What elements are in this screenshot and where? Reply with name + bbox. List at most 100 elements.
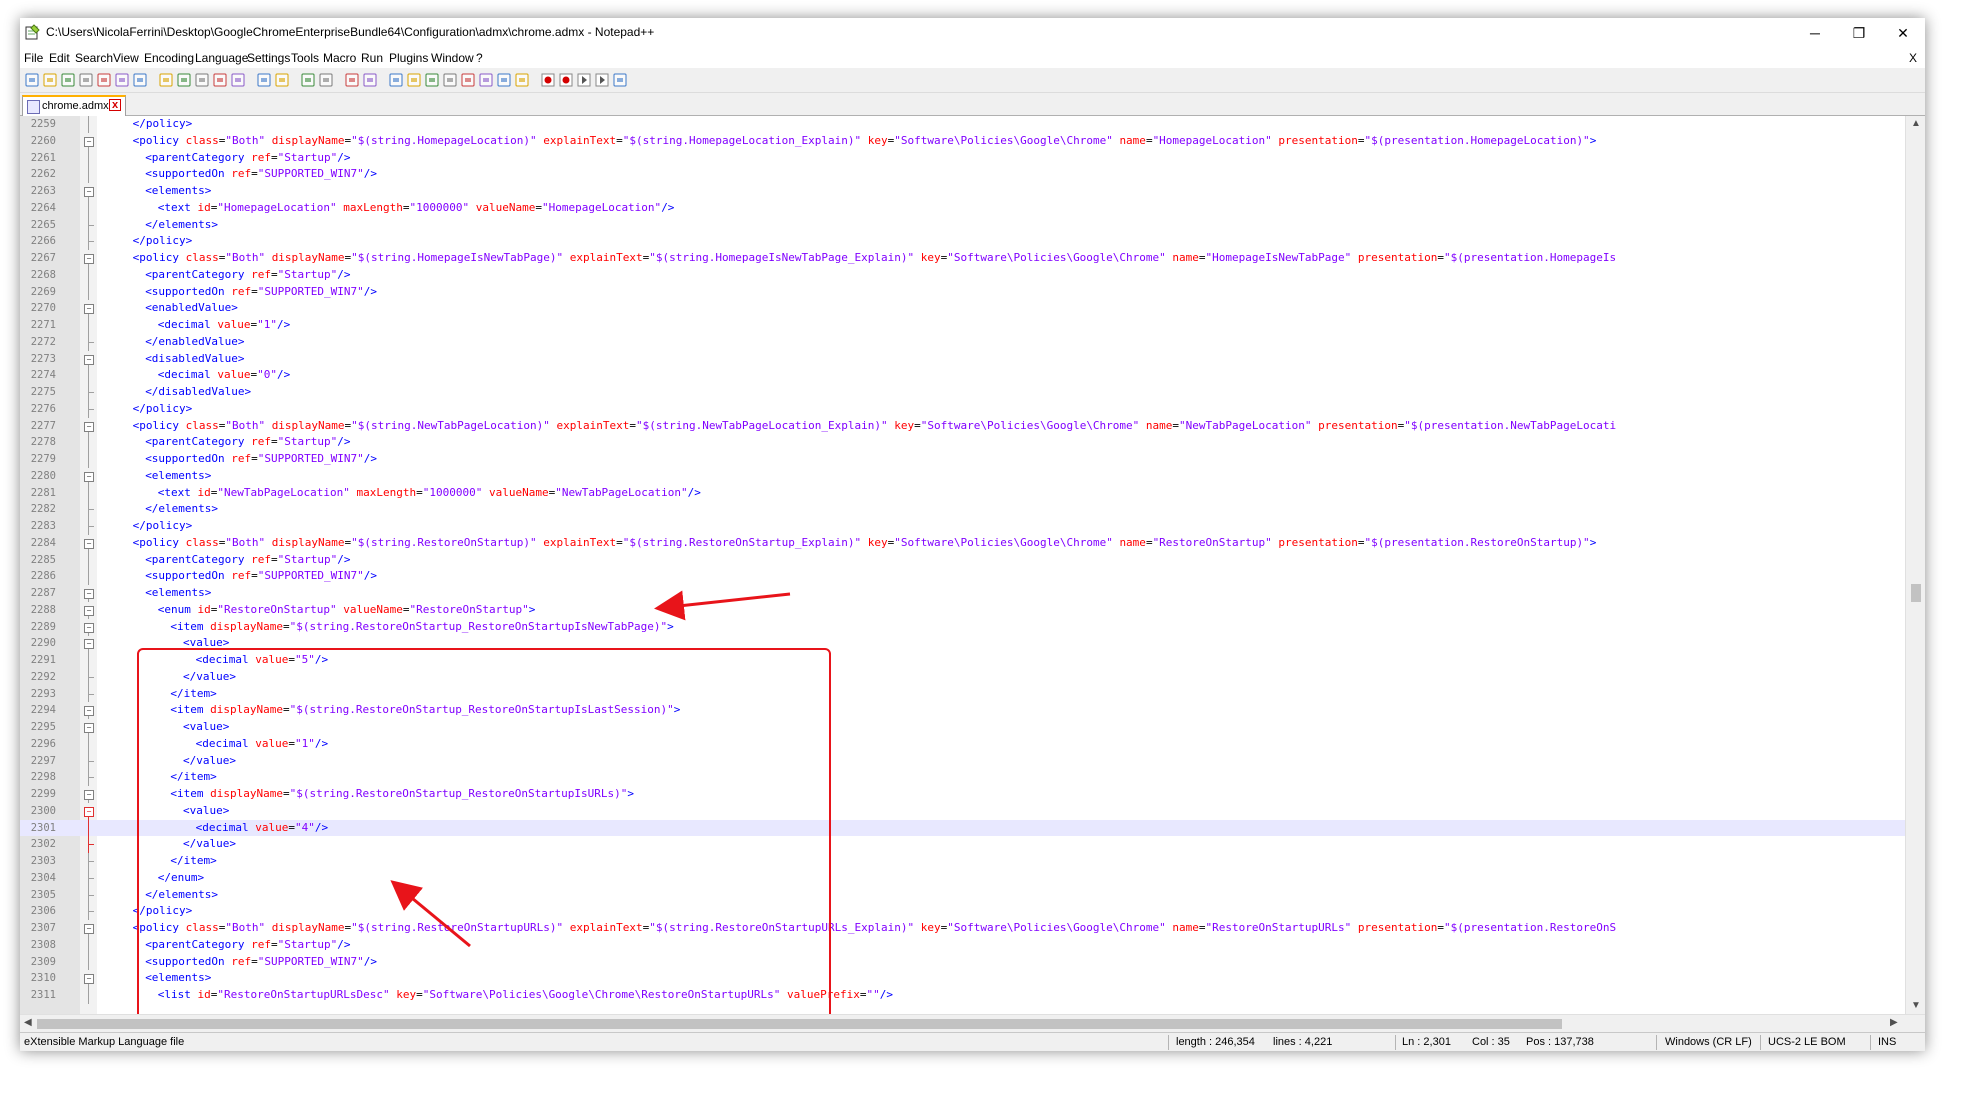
code-line[interactable]: 2263 − <elements> [20, 183, 1905, 200]
word-wrap-icon[interactable] [388, 72, 404, 88]
code-line[interactable]: 2282 </elements> [20, 501, 1905, 518]
save-all-icon[interactable] [78, 72, 94, 88]
fold-collapse-icon[interactable]: − [84, 421, 94, 432]
code-line[interactable]: 2267− <policy class="Both" displayName="$… [20, 250, 1905, 267]
code-line[interactable]: 2309 <supportedOn ref="SUPPORTED_WIN7"/> [20, 953, 1905, 971]
sync-vertical-icon[interactable] [344, 72, 360, 88]
code-line[interactable]: 2269 <supportedOn ref="SUPPORTED_WIN7"/> [20, 283, 1905, 301]
scroll-down-icon[interactable]: ▼ [1911, 1000, 1921, 1011]
code-line[interactable]: 2293 </item> [20, 685, 1905, 703]
code-line[interactable]: 2307− <policy class="Both" displayName="$… [20, 920, 1905, 937]
folder-workspace-icon[interactable] [496, 72, 512, 88]
scroll-left-icon[interactable]: ◀ [24, 1017, 32, 1028]
fold-collapse-icon[interactable]: − [84, 354, 94, 365]
close-icon[interactable] [96, 72, 112, 88]
code-line[interactable]: 2289 − <item displayName="$(string.Restore… [20, 619, 1905, 636]
code-line[interactable]: 2300 − <value> [20, 803, 1905, 820]
code-line[interactable]: 2261 <parentCategory ref="Startup"/> [20, 149, 1905, 167]
code-line[interactable]: 2292 </value> [20, 668, 1905, 686]
fold-collapse-icon[interactable]: − [84, 471, 94, 482]
menu-file[interactable]: File [24, 51, 43, 65]
fold-collapse-icon[interactable]: − [84, 538, 94, 549]
code-line[interactable]: 2283 </policy> [20, 518, 1905, 535]
code-line[interactable]: 2306 </policy> [20, 903, 1905, 920]
fold-collapse-icon[interactable]: − [84, 924, 94, 934]
zoom-out-icon[interactable] [318, 72, 334, 88]
code-line[interactable]: 2294 − <item displayName="$(string.Restore… [20, 702, 1905, 720]
indent-guide-icon[interactable] [424, 72, 440, 88]
menu-search[interactable]: Search [75, 51, 113, 65]
menu-encoding[interactable]: Encoding [144, 51, 194, 65]
code-line[interactable]: 2308 <parentCategory ref="Startup"/> [20, 936, 1905, 954]
vertical-scroll-thumb[interactable] [1911, 584, 1921, 602]
zoom-in-icon[interactable] [300, 72, 316, 88]
code-line[interactable]: 2268 <parentCategory ref="Startup"/> [20, 266, 1905, 284]
menu-help[interactable]: ? [476, 51, 483, 65]
code-line[interactable]: 2281 <text id = "NewTabPageLocation" maxLen… [20, 484, 1905, 502]
save-macro-icon[interactable] [612, 72, 628, 88]
show-all-chars-icon[interactable] [406, 72, 422, 88]
fold-collapse-icon[interactable]: − [84, 706, 94, 717]
code-line[interactable]: 2296 <decimal value="1"/> [20, 735, 1905, 753]
fold-collapse-icon[interactable]: − [84, 589, 94, 599]
udl-icon[interactable] [442, 72, 458, 88]
undo-icon[interactable] [212, 72, 228, 88]
horizontal-scroll-thumb[interactable] [37, 1019, 1562, 1029]
play-macro-icon[interactable] [576, 72, 592, 88]
close-window-button[interactable]: ✕ [1881, 20, 1925, 46]
menu-settings[interactable]: Settings [247, 51, 290, 65]
fold-collapse-icon[interactable]: − [84, 806, 94, 817]
code-line[interactable]: 2272 </enabledValue> [20, 333, 1905, 351]
code-line[interactable]: 2262 <supportedOn ref="SUPPORTED_WIN7"/> [20, 166, 1905, 183]
fold-collapse-icon[interactable]: − [84, 790, 94, 800]
code-line[interactable]: 2276 </policy> [20, 400, 1905, 418]
code-line[interactable]: 2310 − <elements> [20, 970, 1905, 988]
menu-view[interactable]: View [113, 51, 139, 65]
code-line[interactable]: 2275 </disabledValue> [20, 384, 1905, 401]
code-line[interactable]: 2299 − <item displayName="$(string.Restore… [20, 786, 1905, 803]
code-line[interactable]: 2303 </item> [20, 853, 1905, 870]
code-editor[interactable]: 2259 </policy> 2260 − <policy class = "Both" d… [20, 116, 1925, 1014]
close-document-button[interactable]: X [1909, 51, 1917, 65]
minimize-button[interactable]: ─ [1793, 20, 1837, 46]
code-line[interactable]: 2295 − <value> [20, 719, 1905, 736]
fold-collapse-icon[interactable]: − [84, 136, 94, 147]
print-icon[interactable] [132, 72, 148, 88]
fold-collapse-icon[interactable]: − [84, 639, 94, 650]
code-line[interactable]: 2274 <decimal value="0"/> [20, 367, 1905, 384]
code-line[interactable]: 2279 <supportedOn ref="SUPPORTED_WIN7"/> [20, 451, 1905, 468]
fold-collapse-icon[interactable]: − [84, 304, 94, 315]
scroll-up-icon[interactable]: ▲ [1911, 118, 1921, 129]
code-line[interactable]: 2266 </policy> [20, 233, 1905, 250]
code-line[interactable]: 2290 − <value> [20, 635, 1905, 653]
code-line[interactable]: 2302 </value> [20, 836, 1905, 853]
sync-horizontal-icon[interactable] [362, 72, 378, 88]
save-icon[interactable] [60, 72, 76, 88]
menu-run[interactable]: Run [361, 51, 383, 65]
horizontal-scrollbar[interactable]: ◀ ▶ [20, 1014, 1925, 1033]
code-line[interactable]: 2291 <decimal value="5"/> [20, 652, 1905, 669]
monitoring-icon[interactable] [514, 72, 530, 88]
code-line[interactable]: 2284− <policy class="Both" displayName="$… [20, 535, 1905, 552]
code-line[interactable]: 2305 </elements> [20, 886, 1905, 904]
code-line[interactable]: 2288− <enum id="RestoreOnStartup" valueNa… [20, 602, 1905, 619]
restore-button[interactable]: ❐ [1837, 20, 1881, 46]
code-line[interactable]: 2273 − <disabledValue> [20, 351, 1905, 368]
menu-macro[interactable]: Macro [323, 51, 356, 65]
code-line[interactable]: 2285 <parentCategory ref="Startup"/> [20, 551, 1905, 569]
fold-collapse-icon[interactable]: − [84, 974, 94, 985]
stop-record-icon[interactable] [558, 72, 574, 88]
doc-map-icon[interactable] [460, 72, 476, 88]
code-line[interactable]: 2287 − <elements> [20, 585, 1905, 602]
fold-collapse-icon[interactable]: − [84, 605, 94, 616]
code-line[interactable]: 2270 − <enabledValue> [20, 300, 1905, 318]
tab-close-icon[interactable]: x [109, 99, 121, 111]
menu-edit[interactable]: Edit [49, 51, 70, 65]
fold-collapse-icon[interactable]: − [84, 187, 94, 197]
code-line[interactable]: 2264 <text id="HomepageLocation" maxLengt… [20, 199, 1905, 217]
code-line[interactable]: 2301 <decimal value="4"/> [20, 819, 1905, 837]
run-macro-multiple-icon[interactable] [594, 72, 610, 88]
fold-collapse-icon[interactable]: − [84, 723, 94, 733]
new-file-icon[interactable] [24, 72, 40, 88]
code-line[interactable]: 2280 − <elements> [20, 468, 1905, 485]
